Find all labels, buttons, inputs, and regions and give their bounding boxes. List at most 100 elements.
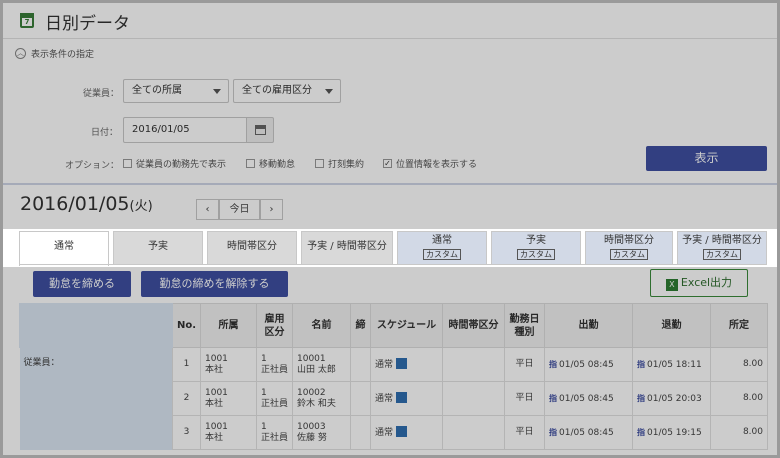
col-scheduled: 所定 xyxy=(710,303,768,348)
row-name[interactable]: 10002 鈴木 和夫 xyxy=(292,381,351,416)
clock-in-value: 01/05 08:45 xyxy=(559,393,614,404)
dept-name: 本社 xyxy=(205,364,224,375)
chevron-up-icon[interactable]: ︿ xyxy=(15,48,26,59)
option-employee-workplace[interactable]: 従業員の勤務先で表示 xyxy=(123,157,226,170)
clock-in-value: 01/05 08:45 xyxy=(559,427,614,438)
checkbox[interactable] xyxy=(315,159,324,168)
fingerprint-stamp-icon: 指 xyxy=(637,427,645,437)
row-dept: 1001 本社 xyxy=(200,347,257,382)
tab-plan-actual[interactable]: 予実 xyxy=(113,231,203,265)
custom-badge: カスタム xyxy=(610,249,648,260)
row-close xyxy=(350,347,371,382)
clock-out-value: 01/05 18:11 xyxy=(647,359,702,370)
type-name: 正社員 xyxy=(261,432,289,443)
custom-badge: カスタム xyxy=(703,249,741,260)
date-input[interactable]: 2016/01/05 xyxy=(123,117,247,143)
row-no: 1 xyxy=(172,347,201,382)
type-code: 1 xyxy=(261,387,267,398)
checkbox-checked[interactable]: ✓ xyxy=(383,159,392,168)
tab-time-zone[interactable]: 時間帯区分 xyxy=(207,231,297,265)
excel-icon: X xyxy=(665,279,678,291)
row-clock-in[interactable]: 指 01/05 08:45 xyxy=(544,381,633,416)
tab-plan-actual-time-zone[interactable]: 予実 / 時間帯区分 xyxy=(301,231,393,265)
attendance-table: No. 所属 雇用 区分 名前 締 スケジュール 時間帯区分 勤務日 種別 出勤 退… xyxy=(19,303,768,450)
emp-code: 10001 xyxy=(297,353,326,364)
row-time-zone xyxy=(442,381,505,416)
department-select[interactable]: 全ての所属 xyxy=(123,79,229,103)
option-label: 従業員の勤務先で表示 xyxy=(136,160,227,170)
employee-label: 従業員： xyxy=(83,89,120,99)
row-time-zone xyxy=(442,347,505,382)
option-show-location[interactable]: ✓ 位置情報を表示する xyxy=(383,157,477,170)
row-clock-out[interactable]: 指 01/05 18:11 xyxy=(632,347,711,382)
caret-down-icon xyxy=(213,89,221,94)
unclose-attendance-button[interactable]: 勤怠の締めを解除する xyxy=(141,271,288,297)
close-attendance-button[interactable]: 勤怠を締める xyxy=(33,271,131,297)
today-button[interactable]: 今日 xyxy=(219,199,260,220)
option-stamp-aggregate[interactable]: 打刻集約 xyxy=(315,157,364,170)
row-emp-type: 1 正社員 xyxy=(256,415,293,450)
row-schedule[interactable]: 通常 xyxy=(370,347,443,382)
emp-code: 10002 xyxy=(297,387,326,398)
row-time-zone xyxy=(442,415,505,450)
option-label: 移動勤怠 xyxy=(259,160,296,170)
schedule-label: 通常 xyxy=(375,394,394,404)
col-time-zone: 時間帯区分 xyxy=(442,303,505,348)
custom-badge: カスタム xyxy=(517,249,555,260)
screenshot-frame: 7 日別データ ︿ 表示条件の指定 従業員： 全ての所属 全ての雇用区分 日付：… xyxy=(0,0,780,458)
next-day-button[interactable]: › xyxy=(260,199,283,220)
conditions-header[interactable]: ︿ 表示条件の指定 xyxy=(15,47,94,60)
show-button[interactable]: 表示 xyxy=(646,146,767,171)
checkbox[interactable] xyxy=(123,159,132,168)
schedule-color-icon xyxy=(396,358,408,369)
row-clock-in[interactable]: 指 01/05 08:45 xyxy=(544,415,633,450)
col-work-day: 勤務日 種別 xyxy=(504,303,545,348)
col-emp-type-line1: 雇用 xyxy=(264,313,285,325)
col-emp-type: 雇用 区分 xyxy=(256,303,293,348)
dept-code: 1001 xyxy=(205,421,228,432)
row-no: 2 xyxy=(172,381,201,416)
schedule-label: 通常 xyxy=(375,360,394,370)
col-dept: 所属 xyxy=(200,303,257,348)
row-schedule[interactable]: 通常 xyxy=(370,381,443,416)
clock-out-value: 01/05 19:15 xyxy=(647,427,702,438)
custom-badge: カスタム xyxy=(423,249,461,260)
row-clock-out[interactable]: 指 01/05 20:03 xyxy=(632,381,711,416)
fingerprint-stamp-icon: 指 xyxy=(549,359,557,369)
tab-normal[interactable]: 通常 xyxy=(19,231,109,266)
row-close xyxy=(350,381,371,416)
col-close: 締 xyxy=(350,303,371,348)
col-emp-type-line2: 区分 xyxy=(264,326,285,338)
current-date-value: 2016/01/05 xyxy=(20,193,130,215)
excel-export-button[interactable]: X Excel出力 xyxy=(650,269,748,297)
option-label: 位置情報を表示する xyxy=(396,160,478,170)
fingerprint-stamp-icon: 指 xyxy=(637,393,645,403)
option-label: 打刻集約 xyxy=(328,160,365,170)
option-move-attendance[interactable]: 移動勤怠 xyxy=(246,157,295,170)
dept-name: 本社 xyxy=(205,432,224,443)
tab-plan-actual-time-zone-custom[interactable]: 予実 / 時間帯区分 カスタム xyxy=(677,231,767,265)
prev-day-button[interactable]: ‹ xyxy=(196,199,219,220)
tab-time-zone-custom[interactable]: 時間帯区分 カスタム xyxy=(585,231,673,265)
row-clock-out[interactable]: 指 01/05 19:15 xyxy=(632,415,711,450)
excel-export-label: Excel出力 xyxy=(680,276,733,289)
tab-label: 予実 / 時間帯区分 xyxy=(682,235,762,246)
fingerprint-stamp-icon: 指 xyxy=(637,359,645,369)
table-header-row: No. 所属 雇用 区分 名前 締 スケジュール 時間帯区分 勤務日 種別 出勤 退… xyxy=(19,303,768,348)
dept-code: 1001 xyxy=(205,387,228,398)
tab-plan-actual-custom[interactable]: 予実 カスタム xyxy=(491,231,581,265)
checkbox[interactable] xyxy=(246,159,255,168)
row-name[interactable]: 10003 佐藤 努 xyxy=(292,415,351,450)
date-picker-button[interactable] xyxy=(246,117,274,143)
calendar-icon: 7 xyxy=(20,13,34,28)
row-scheduled: 8.00 xyxy=(710,347,768,382)
options-label: オプション： xyxy=(65,161,120,171)
tab-normal-custom[interactable]: 通常 カスタム xyxy=(397,231,487,265)
row-clock-in[interactable]: 指 01/05 08:45 xyxy=(544,347,633,382)
row-name[interactable]: 10001 山田 太郎 xyxy=(292,347,351,382)
row-schedule[interactable]: 通常 xyxy=(370,415,443,450)
fingerprint-stamp-icon: 指 xyxy=(549,393,557,403)
tab-label: 通常 xyxy=(432,235,452,246)
employment-type-select[interactable]: 全ての雇用区分 xyxy=(233,79,341,103)
type-name: 正社員 xyxy=(261,364,289,375)
